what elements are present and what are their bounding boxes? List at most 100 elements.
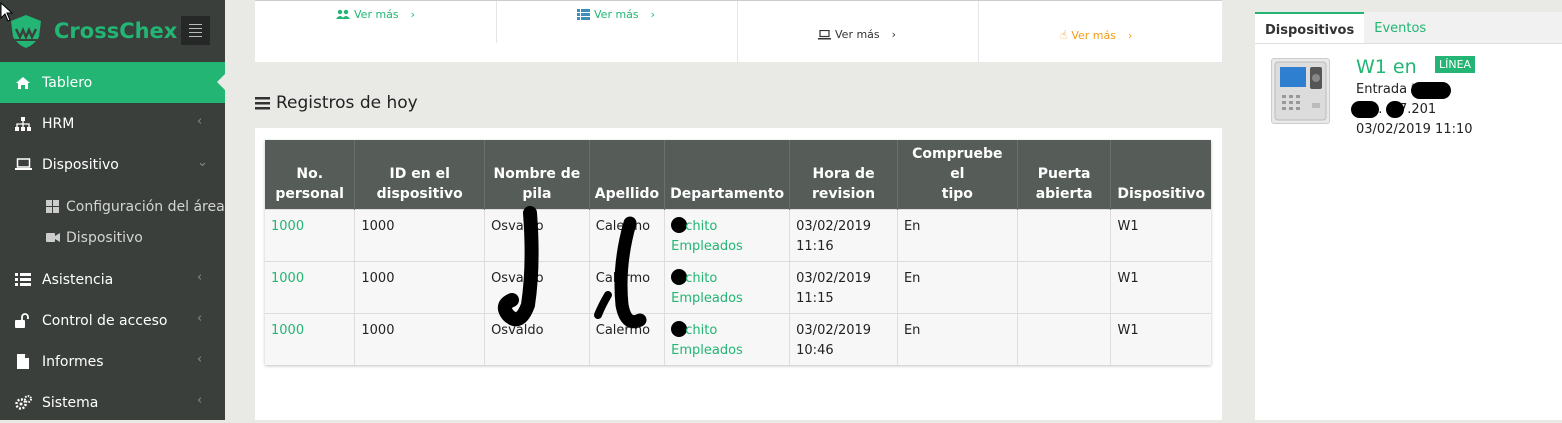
ver-mas-link[interactable]: ☝ Ver más › [1060,28,1132,42]
tab-eventos[interactable]: Eventos [1364,12,1436,43]
table-row[interactable]: 1000 1000 Osvaldo Calermo chito Empleados… [265,261,1211,314]
sidebar-item-label: HRM [42,115,75,132]
column-header[interactable]: Apellido [589,140,666,210]
table-row[interactable]: 1000 1000 Osvaldo Calermo chito Empleados… [265,209,1211,262]
sidebar-item-label: Tablero [42,74,93,91]
devices-tabs: Dispositivos Eventos [1255,12,1562,44]
sidebar-item-control-acceso[interactable]: Control de acceso ‹ [0,300,225,341]
sidebar-subitem-label: Configuración del área [66,198,225,215]
column-header[interactable]: Compruebe el tipo [897,140,1018,210]
device-info-line: 03/02/2019 11:10 [1356,122,1473,137]
cell-departamento[interactable]: chito Empleados [664,313,791,365]
summary-cards: Ver más › Ver más › Ver más › ☝ Ver más › [255,0,1222,63]
redaction-mark [1351,101,1379,118]
column-header[interactable]: Nombre de pila [484,140,590,210]
cell-apellido: Calermo [589,209,666,262]
cell-tipo: En [897,261,1018,314]
chevron-right-icon: › [1127,28,1133,42]
cell-tipo: En [897,313,1018,365]
summary-card: Ver más › [738,1,979,63]
column-header[interactable]: No. personal [265,140,356,210]
sidebar-item-label: Dispositivo [42,156,119,173]
chevron-down-icon: ⌄ [197,155,208,170]
cell-apellido: Calermo [589,261,666,314]
device-title[interactable]: W1 en [1356,56,1417,78]
cell-no-personal[interactable]: 1000 [265,313,356,365]
chevron-left-icon: ‹ [197,270,203,285]
column-header[interactable]: Dispositivo [1110,140,1211,210]
users-icon [336,9,350,19]
cell-id-dispositivo: 1000 [354,313,486,365]
brand[interactable]: CrossChex [0,0,225,62]
sitemap-icon [14,116,32,132]
cell-puerta [1017,313,1112,365]
sidebar-subitem-configuracion-area[interactable]: Configuración del área [0,191,225,222]
chevron-left-icon: ‹ [197,352,203,367]
table-row[interactable]: 1000 1000 Osvaldo Calermo chito Empleados… [265,313,1211,365]
records-panel: No. personal ID en el dispositivo Nombre d… [255,128,1222,420]
status-badge: LÍNEA [1435,56,1476,73]
chevron-left-icon: ‹ [197,311,203,326]
cell-dispositivo: W1 [1110,313,1211,365]
ver-mas-link[interactable]: Ver más › [336,8,415,21]
sidebar-subitem-dispositivo[interactable]: Dispositivo [0,222,225,253]
column-header[interactable]: ID en el dispositivo [354,140,486,210]
redaction-mark [1386,101,1404,118]
chevron-left-icon: ‹ [197,114,203,129]
sidebar-item-tablero[interactable]: Tablero [0,62,225,103]
summary-card: Ver más › [255,1,497,63]
list-icon [14,272,32,288]
video-camera-icon [46,231,60,245]
cell-tipo: En [897,209,1018,262]
list-icon [577,9,590,20]
cell-dispositivo: W1 [1110,261,1211,314]
cell-id-dispositivo: 1000 [354,261,486,314]
cell-hora-revision: 03/02/2019 11:16 [789,209,898,262]
sidebar-item-label: Asistencia [42,271,114,288]
file-icon [14,354,32,370]
cell-nombre: Osvaldo [484,313,590,365]
cell-id-dispositivo: 1000 [354,209,486,262]
cell-departamento[interactable]: chito Empleados [664,261,791,314]
laptop-icon [14,157,32,173]
cell-puerta [1017,209,1112,262]
tab-dispositivos[interactable]: Dispositivos [1255,12,1365,43]
records-table: No. personal ID en el dispositivo Nombre d… [265,140,1211,365]
section-title: Registros de hoy [255,93,418,113]
column-header[interactable]: Puerta abierta [1017,140,1112,210]
hand-pointer-icon: ☝ [1060,28,1068,42]
submenu-dispositivo: Configuración del área Dispositivo [0,185,225,259]
cell-dispositivo: W1 [1110,209,1211,262]
chevron-right-icon: › [891,28,897,41]
ver-mas-link[interactable]: Ver más › [818,28,896,41]
sidebar-item-hrm[interactable]: HRM ‹ [0,103,225,144]
cell-nombre: Osvaldo [484,209,590,262]
devices-panel: Dispositivos Eventos W1 en LÍNEA Entrada… [1255,12,1562,420]
bars-icon [255,96,270,109]
device-image [1271,58,1330,124]
redaction-mark [1411,82,1451,99]
menu-toggle-button[interactable] [181,16,210,45]
cell-departamento[interactable]: chito Empleados [664,209,791,262]
ver-mas-link[interactable]: Ver más › [577,8,655,21]
cell-hora-revision: 03/02/2019 10:46 [789,313,898,365]
sidebar: CrossChex Tablero HRM ‹ Dispositivo ⌄ Co… [0,0,225,420]
cell-no-personal[interactable]: 1000 [265,261,356,314]
cell-nombre: Osvaldo [484,261,590,314]
column-header[interactable]: Hora de revision [789,140,898,210]
sidebar-item-informes[interactable]: Informes ‹ [0,341,225,382]
chevron-right-icon: › [650,8,656,21]
gears-icon [14,395,32,411]
sidebar-item-dispositivo[interactable]: Dispositivo ⌄ [0,144,225,185]
table-header-row: No. personal ID en el dispositivo Nombre d… [265,140,1211,210]
mouse-cursor-icon [0,2,14,22]
brand-name: CrossChex [54,19,178,43]
grid-icon [46,200,60,214]
sidebar-item-sistema[interactable]: Sistema ‹ [0,382,225,423]
sidebar-item-asistencia[interactable]: Asistencia ‹ [0,259,225,300]
summary-card: ☝ Ver más › [979,1,1222,63]
home-icon [14,75,32,91]
column-header[interactable]: Departamento [664,140,791,210]
cell-no-personal[interactable]: 1000 [265,209,356,262]
cell-apellido: Calermo [589,313,666,365]
